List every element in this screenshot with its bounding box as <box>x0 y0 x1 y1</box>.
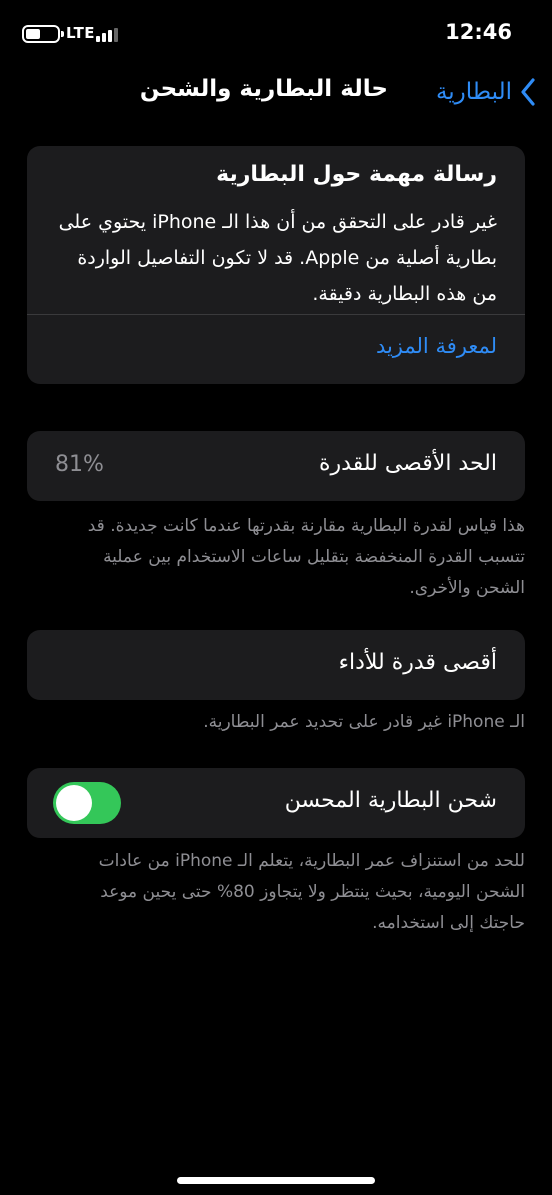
chevron-left-icon <box>521 78 535 106</box>
maximum-capacity-value: 81% <box>55 452 104 477</box>
status-bar: LTE 12:46 <box>0 0 552 66</box>
signal-icon <box>96 28 120 42</box>
battery-message-card: رسالة مهمة حول البطارية غير قادر على الت… <box>27 146 525 384</box>
peak-performance-row: أقصى قدرة للأداء <box>27 630 525 700</box>
peak-performance-footnote: الـ iPhone غير قادر على تحديد عمر البطار… <box>203 712 525 732</box>
maximum-capacity-row: الحد الأقصى للقدرة 81% <box>27 431 525 501</box>
back-button[interactable]: البطارية <box>436 74 536 110</box>
divider <box>27 314 525 315</box>
message-title: رسالة مهمة حول البطارية <box>216 162 497 187</box>
optimized-charging-footnote: للحد من استنزاف عمر البطارية، يتعلم الـ … <box>98 851 525 933</box>
battery-health-screen: LTE 12:46 البطارية حالة البطارية والشحن … <box>0 0 552 1195</box>
maximum-capacity-label: الحد الأقصى للقدرة <box>319 451 497 476</box>
status-time: 12:46 <box>445 20 512 44</box>
page-title: حالة البطارية والشحن <box>139 76 388 102</box>
optimized-charging-toggle[interactable] <box>53 782 121 824</box>
back-label: البطارية <box>435 79 512 105</box>
home-indicator[interactable] <box>177 1177 375 1184</box>
maximum-capacity-footnote: هذا قياس لقدرة البطارية مقارنة بقدرتها ع… <box>87 516 525 598</box>
network-type: LTE <box>66 24 96 42</box>
optimized-charging-row: شحن البطارية المحسن <box>27 768 525 838</box>
peak-performance-label: أقصى قدرة للأداء <box>338 650 497 675</box>
message-body: غير قادر على التحقق من أن هذا الـ iPhone… <box>58 211 497 305</box>
optimized-charging-label: شحن البطارية المحسن <box>284 788 497 813</box>
battery-icon <box>22 25 64 43</box>
toggle-knob <box>56 785 92 821</box>
learn-more-link[interactable]: لمعرفة المزيد <box>376 334 497 358</box>
